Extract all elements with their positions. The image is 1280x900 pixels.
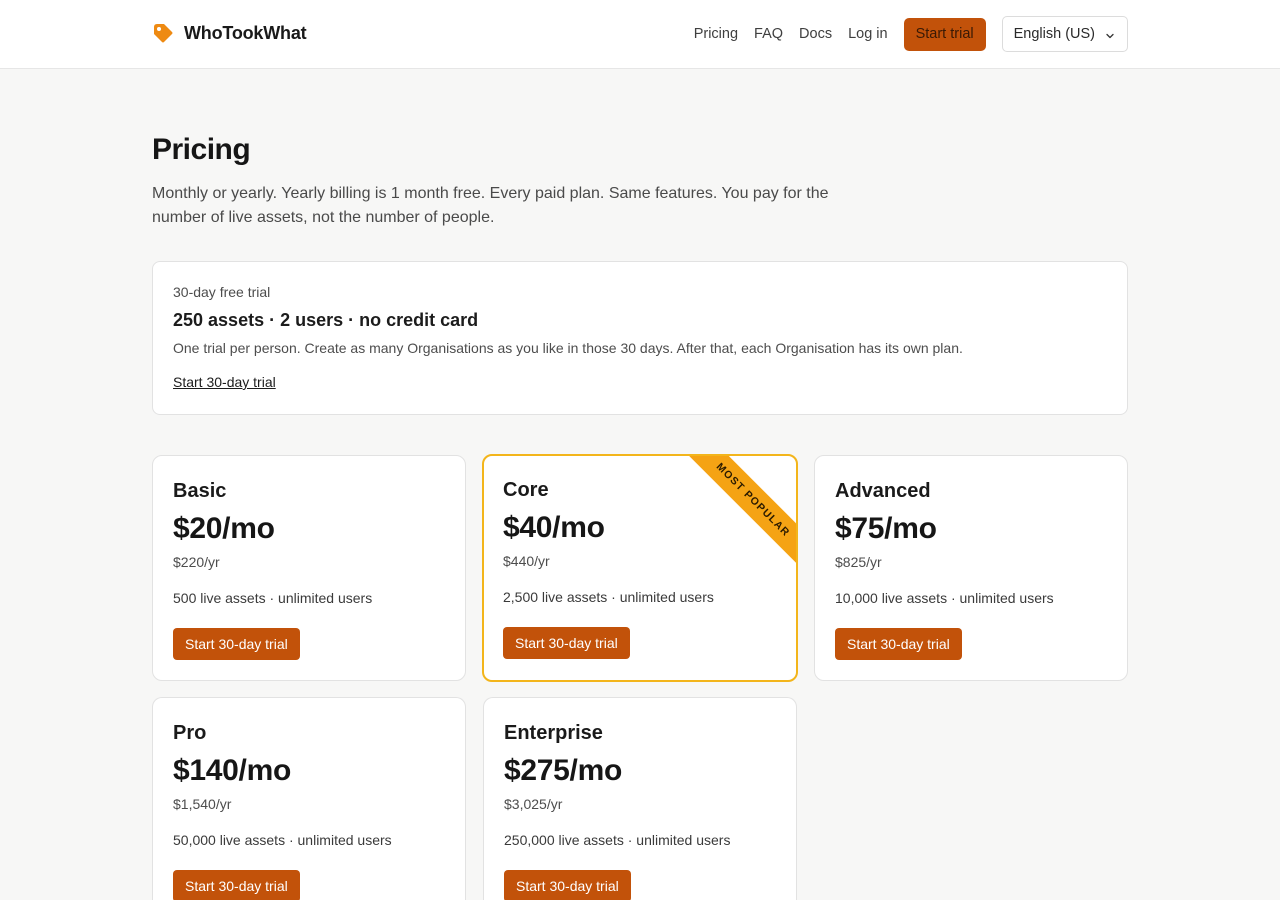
- plan-yearly-price: $220/yr: [173, 554, 220, 570]
- plan-name: Basic: [173, 480, 227, 502]
- plan-limits: 2,500 live assets · unlimited users: [503, 589, 714, 605]
- plan-name: Enterprise: [504, 722, 603, 744]
- plan-yearly-price: $1,540/yr: [173, 796, 232, 812]
- plan-yearly-price: $3,025/yr: [504, 796, 563, 812]
- main-nav: Pricing FAQ Docs Log in Start trial Engl…: [694, 16, 1128, 52]
- plan-price: $140/mo: [173, 754, 291, 787]
- plan-card-basic: Basic $20/mo $220/yr 500 live assets · u…: [152, 455, 466, 681]
- nav-link-pricing[interactable]: Pricing: [694, 26, 738, 42]
- top-navigation-bar: WhoTookWhat Pricing FAQ Docs Log in Star…: [0, 0, 1280, 69]
- plan-card-enterprise: Enterprise $275/mo $3,025/yr 250,000 liv…: [483, 697, 797, 900]
- plan-price: $75/mo: [835, 512, 937, 545]
- plan-trial-button[interactable]: Start 30-day trial: [503, 627, 630, 659]
- brand-name: WhoTookWhat: [184, 22, 307, 43]
- plan-trial-button[interactable]: Start 30-day trial: [835, 628, 962, 660]
- nav-link-login[interactable]: Log in: [848, 26, 888, 42]
- trial-note: One trial per person. Create as many Org…: [173, 340, 963, 356]
- trial-headline: 250 assets · 2 users · no credit card: [173, 310, 479, 330]
- start-30-day-trial-link[interactable]: Start 30-day trial: [173, 374, 276, 390]
- nav-link-docs[interactable]: Docs: [799, 26, 832, 42]
- plan-name: Pro: [173, 722, 207, 744]
- free-trial-panel: 30-day free trial 250 assets · 2 users ·…: [152, 261, 1128, 415]
- plan-price: $275/mo: [504, 754, 622, 787]
- brand-link[interactable]: WhoTookWhat: [152, 22, 307, 44]
- plan-card-advanced: Advanced $75/mo $825/yr 10,000 live asse…: [814, 455, 1128, 681]
- nav-link-faq[interactable]: FAQ: [754, 26, 783, 42]
- plan-trial-button[interactable]: Start 30-day trial: [173, 628, 300, 660]
- plan-yearly-price: $825/yr: [835, 554, 882, 570]
- plan-price: $40/mo: [503, 511, 605, 544]
- language-select-value: English (US): [1013, 26, 1095, 42]
- plan-trial-button[interactable]: Start 30-day trial: [173, 870, 300, 900]
- language-select[interactable]: English (US): [1001, 16, 1128, 52]
- tag-icon: [152, 22, 174, 44]
- plan-price: $20/mo: [173, 512, 275, 545]
- plan-name: Core: [503, 479, 549, 501]
- trial-kicker: 30-day free trial: [173, 284, 271, 300]
- most-popular-ribbon: MOST POPULAR: [682, 456, 796, 571]
- plan-limits: 500 live assets · unlimited users: [173, 590, 373, 606]
- page-description: Monthly or yearly. Yearly billing is 1 m…: [152, 185, 829, 226]
- page-title: Pricing: [152, 133, 251, 166]
- plan-name: Advanced: [835, 480, 931, 502]
- chevron-down-icon: [1105, 29, 1115, 39]
- plan-yearly-price: $440/yr: [503, 553, 550, 569]
- start-trial-button[interactable]: Start trial: [903, 17, 986, 51]
- plan-trial-button[interactable]: Start 30-day trial: [504, 870, 631, 900]
- plan-limits: 50,000 live assets · unlimited users: [173, 832, 392, 848]
- plan-card-pro: Pro $140/mo $1,540/yr 50,000 live assets…: [152, 697, 466, 900]
- plan-limits: 250,000 live assets · unlimited users: [504, 832, 731, 848]
- plan-limits: 10,000 live assets · unlimited users: [835, 590, 1054, 606]
- plan-card-core: MOST POPULAR Core $40/mo $440/yr 2,500 l…: [482, 454, 798, 682]
